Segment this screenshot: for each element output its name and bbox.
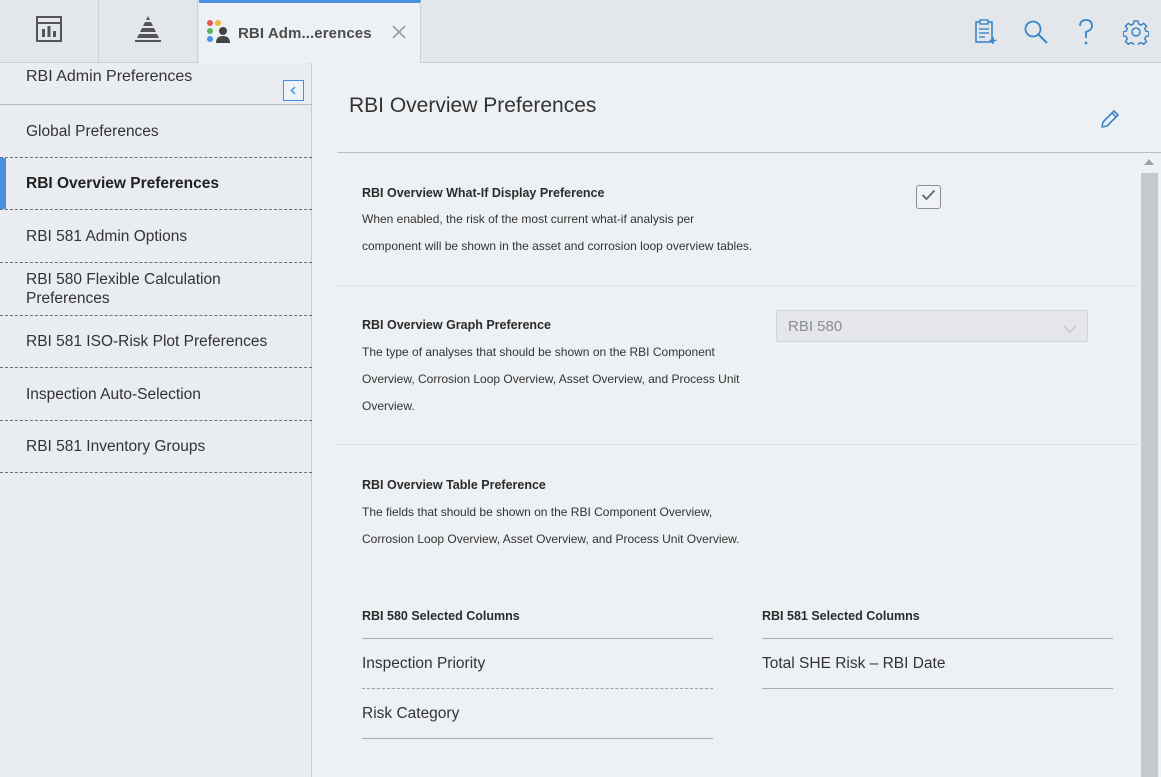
rbi580-columns-header: RBI 580 Selected Columns	[362, 609, 520, 623]
gear-icon[interactable]	[1111, 7, 1161, 57]
close-icon[interactable]	[390, 23, 408, 41]
tab-label: RBI Adm...erences	[238, 24, 372, 42]
sidebar-item-rbi-overview-preferences[interactable]: RBI Overview Preferences	[0, 158, 312, 210]
sidebar-item-label: RBI 581 Inventory Groups	[26, 438, 206, 455]
whatif-description: When enabled, the risk of the most curre…	[362, 206, 782, 260]
table-desc-line: Corrosion Loop Overview, Asset Overview,…	[362, 532, 740, 546]
whatif-preference-section: RBI Overview What-If Display Preference …	[337, 173, 1139, 286]
scroll-up-arrow[interactable]	[1144, 159, 1154, 165]
pyramid-icon	[133, 14, 163, 49]
graph-desc-line: Overview, Corrosion Loop Overview, Asset…	[362, 372, 740, 386]
sidebar-item-label: Global Preferences	[26, 122, 159, 140]
top-toolbar	[961, 0, 1161, 63]
sidebar-item-label: Inspection Auto-Selection	[26, 385, 201, 403]
table-desc-line: The fields that should be shown on the R…	[362, 505, 713, 519]
sidebar-header-label: RBI Admin Preferences	[26, 68, 193, 85]
graph-title: RBI Overview Graph Preference	[362, 318, 551, 332]
graph-desc-line: The type of analyses that should be show…	[362, 345, 715, 359]
tab-rbi-admin-preferences[interactable]: RBI Adm...erences	[199, 0, 421, 63]
edit-icon[interactable]	[1099, 108, 1123, 132]
sidebar-item-rbi-581-iso-risk-plot[interactable]: RBI 581 ISO-Risk Plot Preferences	[0, 316, 312, 368]
rbi580-columns-list: Inspection Priority Risk Category	[362, 638, 713, 739]
sidebar-item-global-preferences[interactable]: Global Preferences	[0, 105, 312, 158]
sidebar-item-label: RBI 580 Flexible Calculation Preferences	[26, 271, 221, 307]
checklist-add-icon[interactable]	[961, 7, 1011, 57]
pyramid-app-button[interactable]	[99, 0, 198, 63]
graph-preference-section: RBI Overview Graph Preference The type o…	[337, 286, 1139, 445]
graph-desc-line: Overview.	[362, 399, 415, 413]
module-icon	[205, 18, 231, 49]
sidebar-item-rbi-580-flexible-calculation[interactable]: RBI 580 Flexible Calculation Preferences	[0, 263, 312, 316]
whatif-desc-line: When enabled, the risk of the most curre…	[362, 212, 695, 226]
whatif-title: RBI Overview What-If Display Preference	[362, 186, 605, 200]
sidebar: RBI Admin Preferences Global Preferences…	[0, 63, 312, 777]
graph-preference-select[interactable]: RBI 580	[776, 310, 1088, 342]
rbi581-columns-header: RBI 581 Selected Columns	[762, 609, 920, 623]
whatif-checkbox[interactable]	[916, 185, 941, 209]
sidebar-item-rbi-581-inventory-groups[interactable]: RBI 581 Inventory Groups	[0, 421, 312, 473]
table-description: The fields that should be shown on the R…	[362, 499, 762, 553]
chevron-down-icon	[1063, 321, 1077, 338]
sidebar-item-label: RBI Overview Preferences	[26, 175, 219, 192]
collapse-sidebar-button[interactable]	[283, 80, 304, 101]
chevron-left-icon	[289, 82, 298, 100]
list-item[interactable]: Total SHE Risk – RBI Date	[762, 639, 1113, 689]
sidebar-item-inspection-auto-selection[interactable]: Inspection Auto-Selection	[0, 368, 312, 421]
title-divider	[337, 152, 1161, 153]
search-icon[interactable]	[1011, 7, 1061, 57]
sidebar-item-rbi-581-admin-options[interactable]: RBI 581 Admin Options	[0, 210, 312, 263]
checkmark-icon	[921, 188, 936, 206]
top-bar: RBI Adm...erences	[0, 0, 1161, 63]
page-title: RBI Overview Preferences	[349, 94, 597, 117]
graph-description: The type of analyses that should be show…	[362, 339, 762, 420]
sidebar-item-label: RBI 581 ISO-Risk Plot Preferences	[26, 333, 268, 350]
dashboard-app-button[interactable]	[0, 0, 99, 63]
whatif-desc-line: component will be shown in the asset and…	[362, 239, 753, 253]
rbi581-columns-list: Total SHE Risk – RBI Date	[762, 638, 1113, 689]
main-panel: RBI Overview Preferences RBI Overview Wh…	[313, 63, 1161, 777]
sidebar-header: RBI Admin Preferences	[0, 63, 312, 105]
dashboard-icon	[35, 15, 63, 48]
select-value: RBI 580	[788, 317, 843, 335]
help-icon[interactable]	[1061, 7, 1111, 57]
scrollbar-thumb[interactable]	[1141, 173, 1158, 777]
sidebar-list: Global Preferences RBI Overview Preferen…	[0, 105, 312, 473]
table-title: RBI Overview Table Preference	[362, 478, 546, 492]
sidebar-item-label: RBI 581 Admin Options	[26, 227, 188, 245]
list-item[interactable]: Inspection Priority	[362, 639, 713, 689]
list-item[interactable]: Risk Category	[362, 689, 713, 739]
